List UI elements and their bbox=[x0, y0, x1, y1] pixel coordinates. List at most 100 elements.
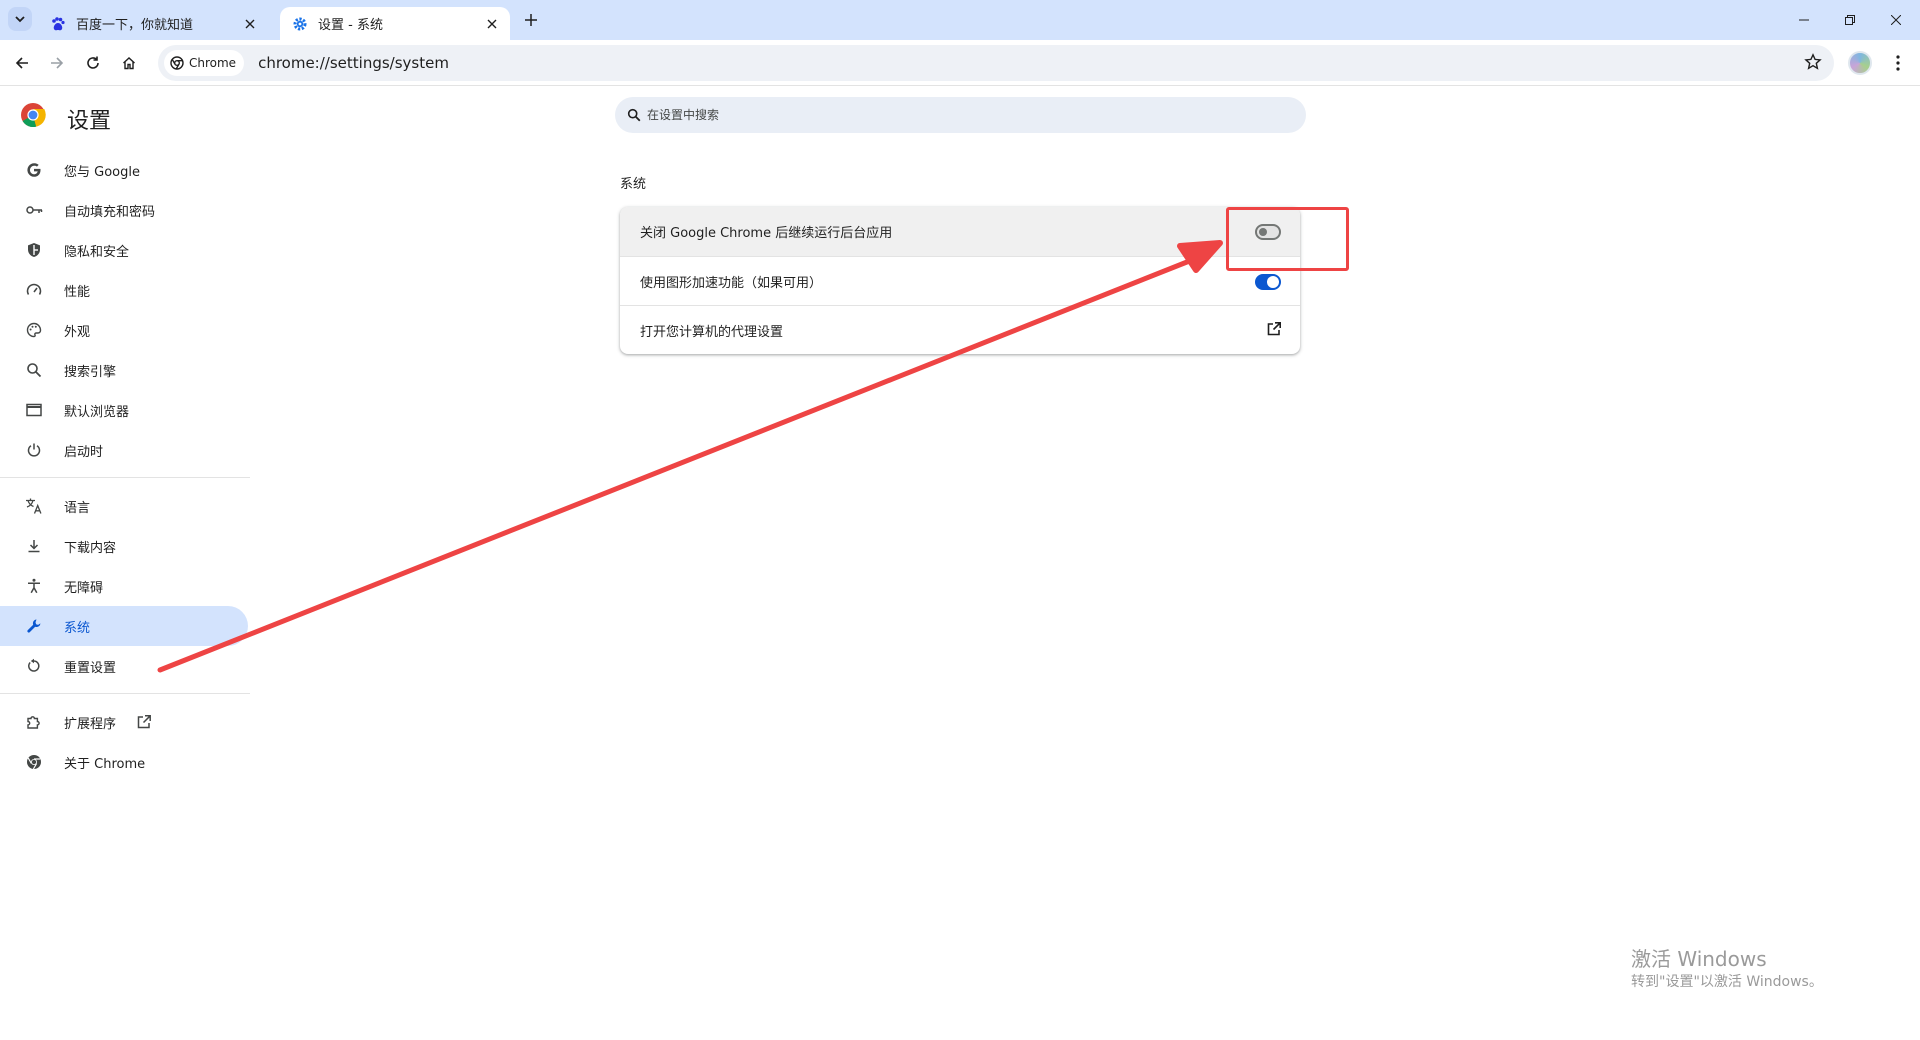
site-info-chip[interactable]: Chrome bbox=[164, 50, 245, 76]
chrome-icon bbox=[24, 752, 44, 772]
sidebar-item-search-engine[interactable]: 搜索引擎 bbox=[0, 350, 248, 390]
forward-button[interactable] bbox=[44, 50, 70, 76]
reload-button[interactable] bbox=[80, 50, 106, 76]
baidu-paw-icon bbox=[50, 16, 66, 32]
bookmark-star-icon[interactable] bbox=[1804, 53, 1822, 71]
search-input[interactable] bbox=[647, 108, 1247, 122]
reset-icon bbox=[24, 656, 44, 676]
sidebar-item-label: 语言 bbox=[64, 500, 91, 516]
speedometer-icon bbox=[24, 280, 44, 300]
sidebar-item-label: 重置设置 bbox=[64, 660, 117, 676]
sidebar-item-label: 默认浏览器 bbox=[64, 404, 130, 420]
sidebar-divider bbox=[0, 477, 250, 478]
sidebar-item-label: 系统 bbox=[64, 620, 91, 636]
download-icon bbox=[24, 536, 44, 556]
hardware-acceleration-toggle[interactable] bbox=[1255, 274, 1281, 290]
google-g-icon bbox=[24, 160, 44, 180]
shield-icon bbox=[24, 240, 44, 260]
sidebar-item-privacy[interactable]: 隐私和安全 bbox=[0, 230, 248, 270]
windows-activation-hint: 转到"设置"以激活 Windows。 bbox=[1631, 974, 1823, 990]
chip-label: Chrome bbox=[189, 56, 237, 70]
sidebar-item-accessibility[interactable]: 无障碍 bbox=[0, 566, 248, 606]
annotation-highlight-box bbox=[1226, 207, 1349, 271]
sidebar-item-label: 您与 Google bbox=[64, 164, 140, 180]
kebab-menu-icon bbox=[1896, 55, 1900, 71]
settings-search[interactable] bbox=[615, 97, 1306, 133]
sidebar-item-extensions[interactable]: 扩展程序 bbox=[0, 702, 248, 742]
arrow-left-icon bbox=[15, 57, 28, 69]
browser-window-icon bbox=[24, 400, 44, 420]
sidebar-item-label: 隐私和安全 bbox=[64, 244, 130, 260]
minimize-icon bbox=[1799, 19, 1809, 21]
proxy-settings-row[interactable]: 打开您计算机的代理设置 bbox=[620, 305, 1300, 354]
sidebar-item-about-chrome[interactable]: 关于 Chrome bbox=[0, 742, 248, 782]
toolbar: Chrome chrome://settings/system bbox=[0, 40, 1920, 86]
omnibox[interactable]: Chrome chrome://settings/system bbox=[158, 45, 1834, 81]
sidebar-item-on-startup[interactable]: 启动时 bbox=[0, 430, 248, 470]
sidebar-item-autofill[interactable]: 自动填充和密码 bbox=[0, 190, 248, 230]
sidebar-divider bbox=[0, 693, 250, 694]
sidebar-item-default-browser[interactable]: 默认浏览器 bbox=[0, 390, 248, 430]
chevron-down-icon bbox=[15, 16, 25, 23]
tab-strip: 百度一下，你就知道 设置 - 系统 bbox=[0, 0, 1920, 40]
sidebar-item-appearance[interactable]: 外观 bbox=[0, 310, 248, 350]
palette-icon bbox=[24, 320, 44, 340]
accessibility-icon bbox=[24, 576, 44, 596]
sidebar-item-downloads[interactable]: 下载内容 bbox=[0, 526, 248, 566]
windows-activation-watermark: 激活 Windows bbox=[1631, 947, 1767, 971]
sidebar-item-label: 下载内容 bbox=[64, 540, 117, 556]
new-tab-button[interactable] bbox=[519, 8, 543, 32]
gear-icon bbox=[292, 16, 308, 32]
tab-search-button[interactable] bbox=[8, 7, 32, 31]
tab-title: 百度一下，你就知道 bbox=[76, 18, 194, 33]
plus-icon bbox=[525, 14, 537, 26]
sidebar-item-label: 自动填充和密码 bbox=[64, 204, 156, 220]
tab-baidu[interactable]: 百度一下，你就知道 bbox=[38, 7, 268, 40]
external-link-icon[interactable] bbox=[1266, 321, 1282, 337]
settings-title: 设置 bbox=[67, 109, 112, 134]
puzzle-icon bbox=[24, 712, 44, 732]
close-icon[interactable] bbox=[240, 14, 260, 34]
chrome-logo-icon bbox=[21, 103, 46, 128]
system-settings-card: 关闭 Google Chrome 后继续运行后台应用 使用图形加速功能（如果可用… bbox=[620, 207, 1300, 354]
sidebar-item-system[interactable]: 系统 bbox=[0, 606, 248, 646]
sidebar-item-label: 搜索引擎 bbox=[64, 364, 117, 380]
hardware-acceleration-row[interactable]: 使用图形加速功能（如果可用） bbox=[620, 256, 1300, 305]
close-icon[interactable] bbox=[482, 14, 502, 34]
power-icon bbox=[24, 440, 44, 460]
sidebar-item-label: 扩展程序 bbox=[64, 716, 117, 732]
row-label: 使用图形加速功能（如果可用） bbox=[640, 275, 823, 291]
restore-icon bbox=[1845, 15, 1855, 25]
chrome-icon bbox=[170, 56, 184, 70]
settings-sidebar: 您与 Google 自动填充和密码 隐私和安全 性能 外观 搜索引擎 默认浏览器… bbox=[0, 150, 250, 782]
key-icon bbox=[24, 200, 44, 220]
home-button[interactable] bbox=[116, 50, 142, 76]
more-menu-button[interactable] bbox=[1890, 51, 1906, 75]
sidebar-item-label: 关于 Chrome bbox=[64, 756, 146, 772]
toggle-knob bbox=[1267, 276, 1279, 288]
wrench-icon bbox=[24, 616, 44, 636]
sidebar-item-you-and-google[interactable]: 您与 Google bbox=[0, 150, 248, 190]
translate-icon bbox=[24, 496, 44, 516]
search-icon bbox=[627, 108, 641, 122]
close-window-button[interactable] bbox=[1873, 0, 1919, 40]
back-button[interactable] bbox=[9, 50, 35, 76]
profile-avatar[interactable] bbox=[1848, 51, 1872, 75]
close-icon bbox=[1891, 15, 1901, 25]
external-link-icon bbox=[136, 714, 152, 730]
reload-icon bbox=[87, 56, 99, 69]
arrow-right-icon bbox=[51, 57, 64, 69]
tab-settings[interactable]: 设置 - 系统 bbox=[280, 7, 510, 40]
restore-button[interactable] bbox=[1827, 0, 1873, 40]
sidebar-item-label: 无障碍 bbox=[64, 580, 104, 596]
sidebar-item-languages[interactable]: 语言 bbox=[0, 486, 248, 526]
sidebar-item-performance[interactable]: 性能 bbox=[0, 270, 248, 310]
row-label: 关闭 Google Chrome 后继续运行后台应用 bbox=[640, 226, 893, 241]
minimize-button[interactable] bbox=[1781, 0, 1827, 40]
row-label: 打开您计算机的代理设置 bbox=[640, 324, 784, 340]
sidebar-item-label: 性能 bbox=[64, 284, 91, 300]
sidebar-item-label: 外观 bbox=[64, 324, 91, 340]
sidebar-item-reset[interactable]: 重置设置 bbox=[0, 646, 248, 686]
url-text[interactable]: chrome://settings/system bbox=[258, 54, 449, 72]
background-apps-row[interactable]: 关闭 Google Chrome 后继续运行后台应用 bbox=[620, 207, 1300, 256]
